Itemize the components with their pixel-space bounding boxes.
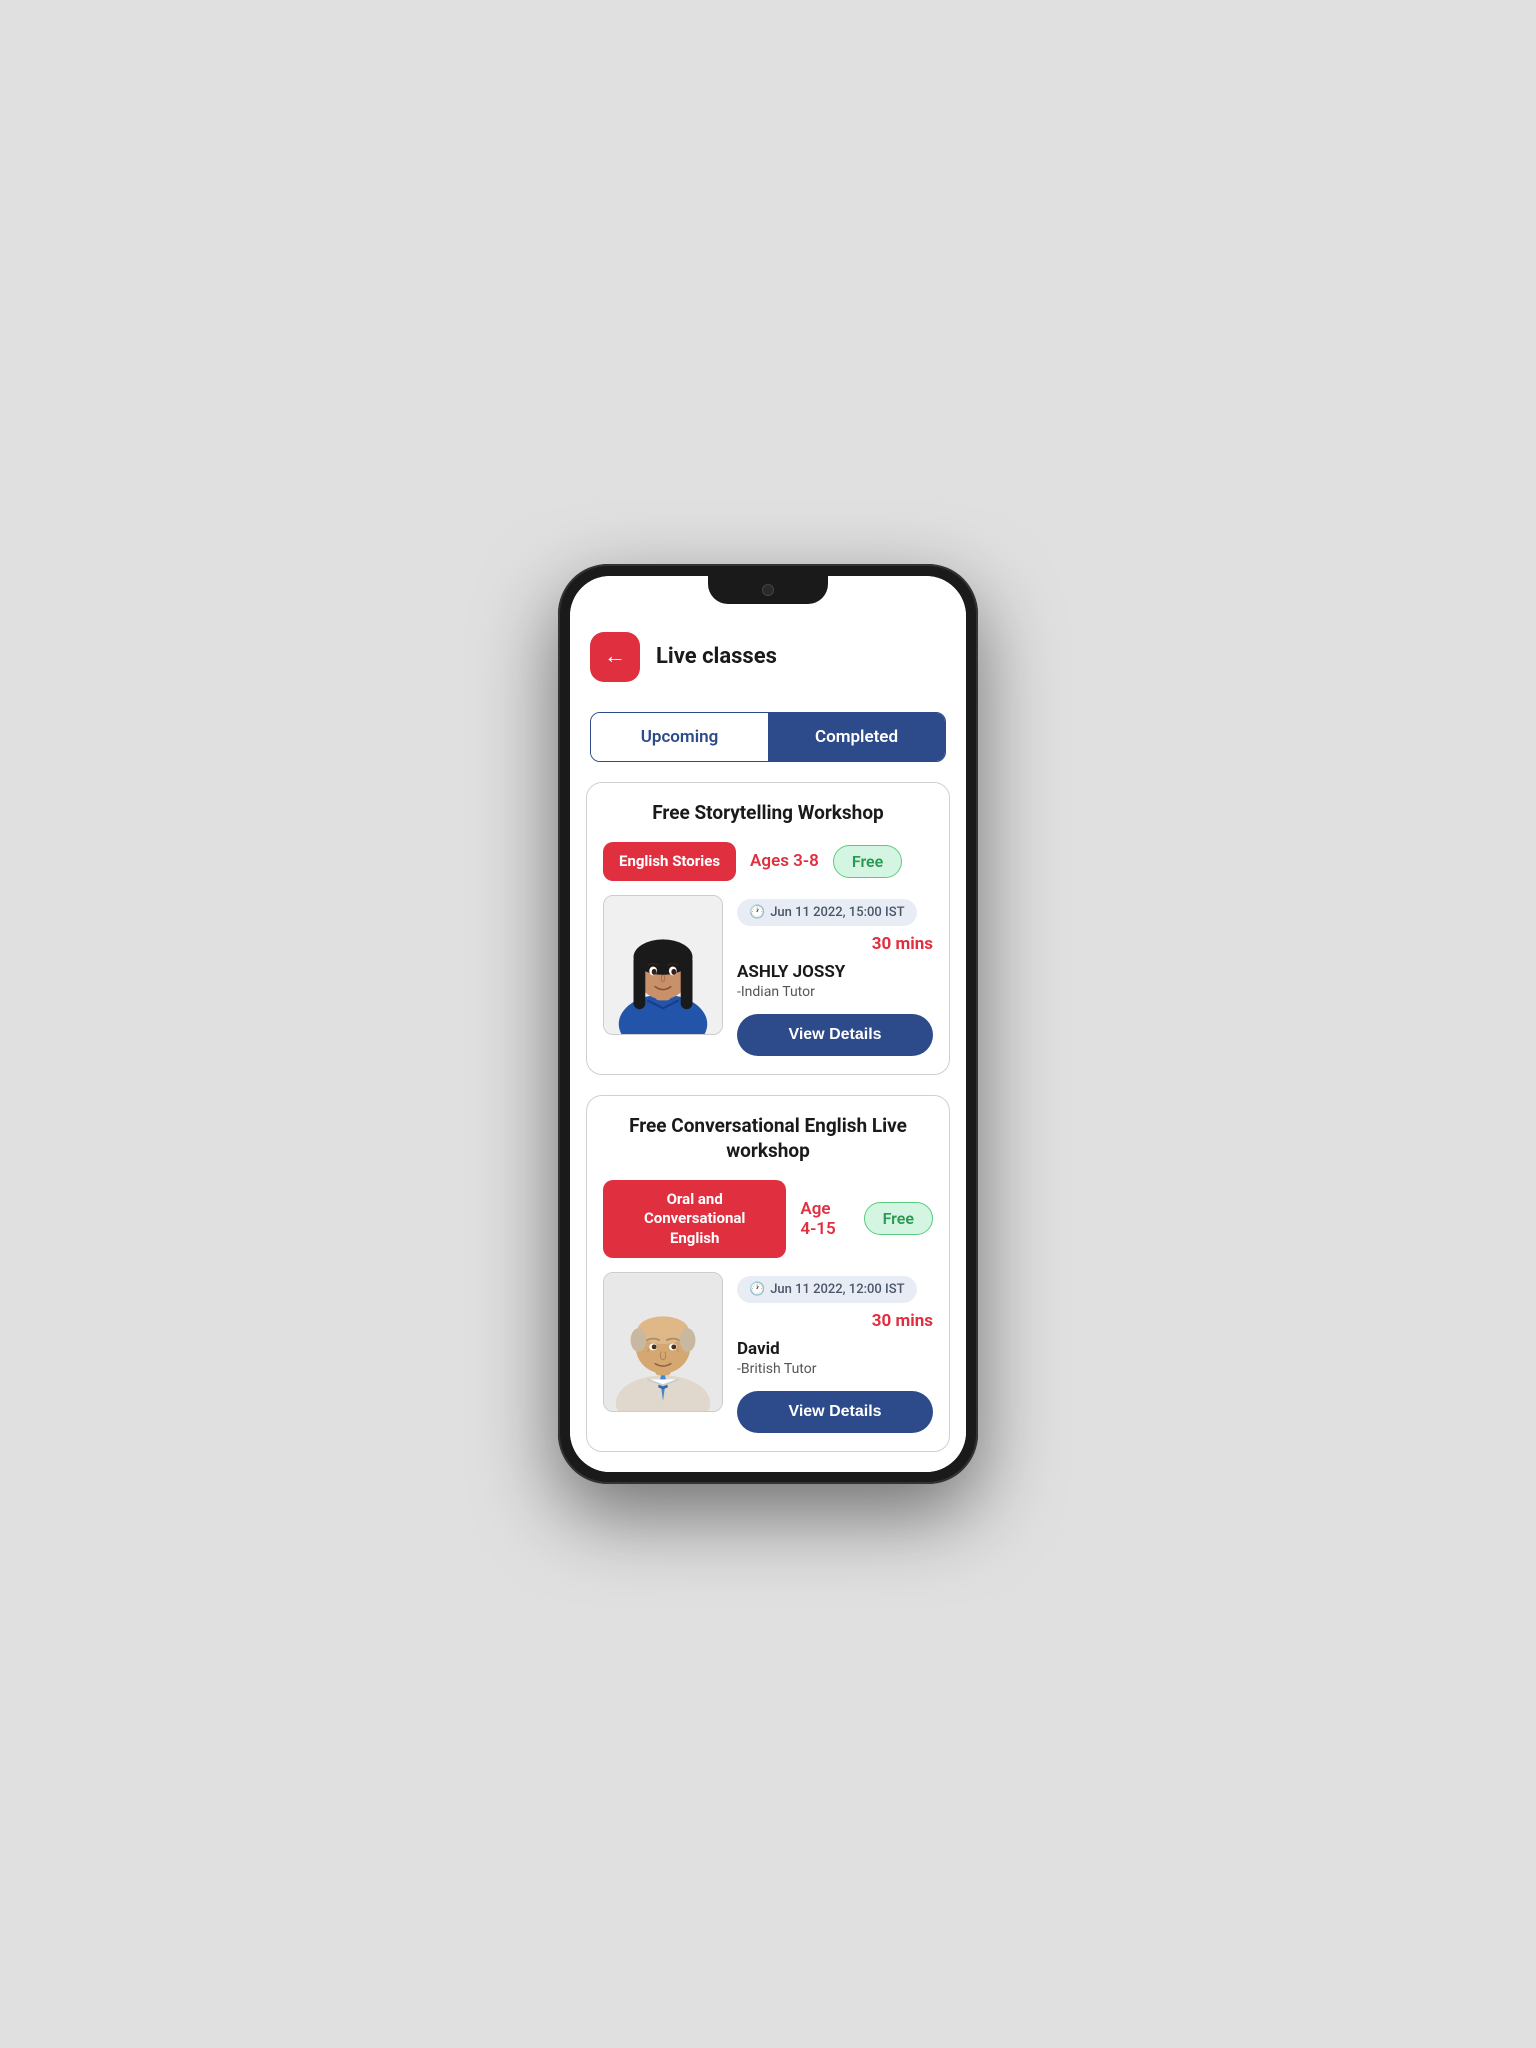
view-details-button-2[interactable]: View Details — [737, 1391, 933, 1433]
free-badge-2: Free — [864, 1202, 933, 1235]
card-title-1: Free Storytelling Workshop — [603, 801, 933, 826]
age-label-1: Ages 3-8 — [750, 851, 819, 871]
schedule-badge-1: 🕐 Jun 11 2022, 15:00 IST — [737, 899, 917, 926]
card-meta-row-2: Oral and Conversational English Age 4-15… — [603, 1180, 933, 1259]
tutor-photo-frame-1 — [603, 895, 723, 1035]
tab-upcoming[interactable]: Upcoming — [591, 713, 768, 761]
clock-icon-2: 🕐 — [749, 1282, 765, 1297]
schedule-badge-2: 🕐 Jun 11 2022, 12:00 IST — [737, 1276, 917, 1303]
class-card-1: Free Storytelling Workshop English Stori… — [586, 782, 950, 1075]
category-badge-1: English Stories — [603, 842, 736, 882]
clock-icon-1: 🕐 — [749, 905, 765, 920]
page-title: Live classes — [656, 644, 777, 669]
tutor-name-2: David — [737, 1339, 933, 1359]
age-label-2: Age 4-15 — [800, 1199, 849, 1239]
tutor-type-2: -British Tutor — [737, 1361, 933, 1377]
phone-notch — [708, 576, 828, 604]
tutor-type-1: -Indian Tutor — [737, 984, 933, 1000]
tutor-info-2: 🕐 Jun 11 2022, 12:00 IST 30 mins David -… — [737, 1272, 933, 1433]
screen-content: ← Live classes Upcoming Completed Free S… — [570, 576, 966, 1472]
view-details-button-1[interactable]: View Details — [737, 1014, 933, 1056]
phone-frame: ← Live classes Upcoming Completed Free S… — [558, 564, 978, 1484]
back-button[interactable]: ← — [590, 632, 640, 682]
tutor-photo-frame-2 — [603, 1272, 723, 1412]
tutor-name-1: ASHLY JOSSY — [737, 962, 933, 982]
header: ← Live classes — [570, 616, 966, 702]
card-title-2: Free Conversational English Live worksho… — [603, 1114, 933, 1163]
tutor-info-1: 🕐 Jun 11 2022, 15:00 IST 30 mins ASHLY J… — [737, 895, 933, 1056]
tutor-avatar-1 — [604, 896, 722, 1034]
card-meta-row-1: English Stories Ages 3-8 Free — [603, 842, 933, 882]
category-badge-2: Oral and Conversational English — [603, 1180, 786, 1259]
tab-completed[interactable]: Completed — [768, 713, 945, 761]
back-arrow-icon: ← — [604, 646, 626, 668]
tutor-avatar-2 — [604, 1273, 722, 1411]
free-badge-1: Free — [833, 845, 902, 878]
tabs-container: Upcoming Completed — [590, 712, 946, 762]
phone-screen: ← Live classes Upcoming Completed Free S… — [570, 576, 966, 1472]
class-card-2: Free Conversational English Live worksho… — [586, 1095, 950, 1452]
duration-label-2: 30 mins — [737, 1311, 933, 1331]
tutor-section-2: 🕐 Jun 11 2022, 12:00 IST 30 mins David -… — [603, 1272, 933, 1433]
duration-label-1: 30 mins — [737, 934, 933, 954]
tutor-section-1: 🕐 Jun 11 2022, 15:00 IST 30 mins ASHLY J… — [603, 895, 933, 1056]
